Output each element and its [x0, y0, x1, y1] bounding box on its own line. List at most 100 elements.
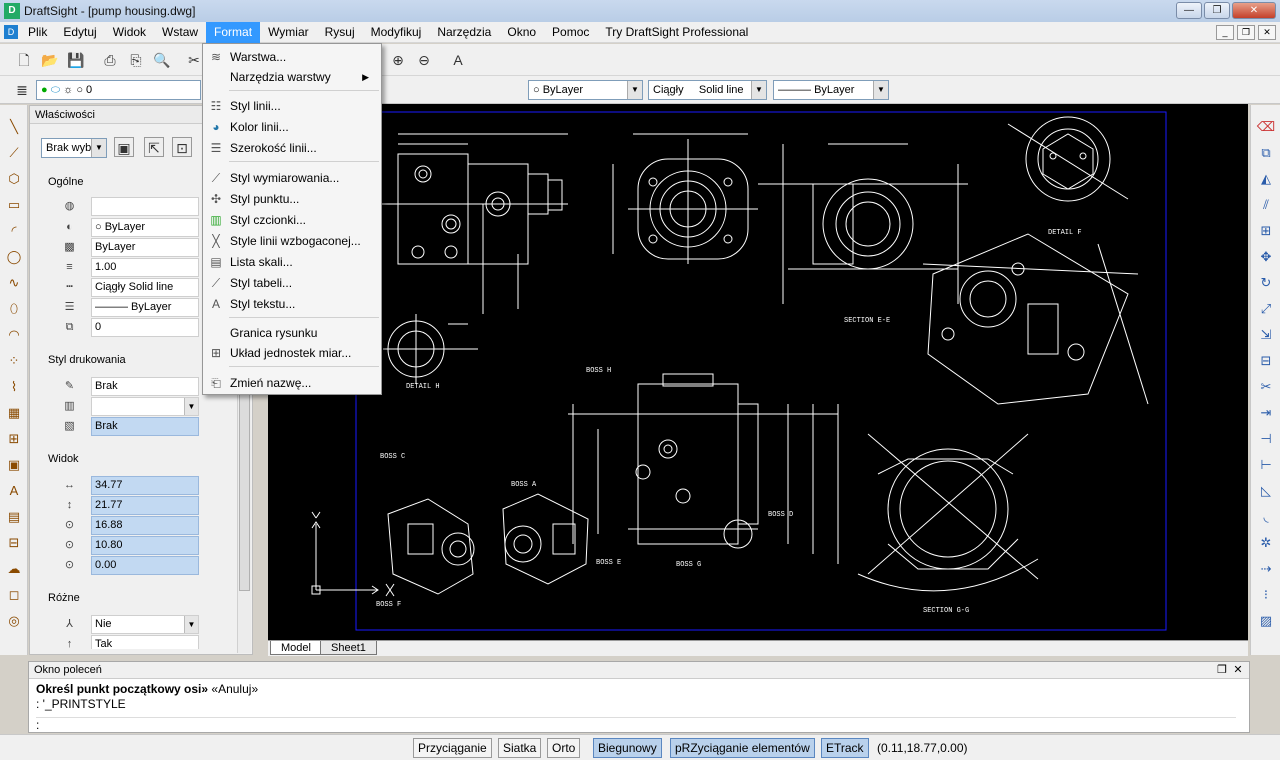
menu-item-uklad-jednostek[interactable]: ⊞ Układ jednostek miar...	[205, 343, 379, 363]
color-combo[interactable]: ○ ByLayer ▼	[528, 80, 643, 100]
menu-okno[interactable]: Okno	[499, 22, 544, 43]
selection-combo[interactable]: Brak wyb ▼	[41, 138, 107, 158]
select-all-icon[interactable]: ▣	[114, 137, 134, 157]
maximize-button[interactable]: ❐	[1204, 2, 1230, 19]
polygon-icon[interactable]: ⬡	[4, 169, 24, 189]
zoom-preview-icon[interactable]: 🔍	[152, 50, 172, 70]
tab-model[interactable]: Model	[270, 641, 322, 655]
join-icon[interactable]: ⊢	[1256, 455, 1276, 475]
hatch-icon[interactable]: ▦	[4, 403, 24, 423]
menu-wymiar[interactable]: Wymiar	[260, 22, 317, 43]
chevron-down-icon[interactable]: ▼	[184, 398, 198, 415]
prop-value[interactable]: ByLayer	[91, 238, 199, 257]
menu-item-narzedzia-warstwy[interactable]: Narzędzia warstwy ▶	[205, 67, 379, 87]
print-icon[interactable]: ⎙	[100, 50, 120, 70]
chamfer-icon[interactable]: ◺	[1256, 481, 1276, 501]
mirror-icon[interactable]: ◭	[1256, 169, 1276, 189]
save-icon[interactable]: 💾	[66, 50, 86, 70]
select-objects-icon[interactable]: ⇱	[144, 137, 164, 157]
menu-item-lista-skali[interactable]: ▤ Lista skali...	[205, 252, 379, 272]
menu-edytuj[interactable]: Edytuj	[55, 22, 104, 43]
doc-restore-button[interactable]: ❐	[1237, 25, 1255, 40]
menu-widok[interactable]: Widok	[105, 22, 154, 43]
quick-select-icon[interactable]: ⊡	[172, 137, 192, 157]
prop-value[interactable]: 1.00	[91, 258, 199, 277]
menu-item-styl-czcionki[interactable]: ▥ Styl czcionki...	[205, 210, 379, 230]
layer-combo[interactable]: ● ⬭ ☼ ○ 0	[36, 80, 201, 100]
prop-value[interactable]: 16.88	[91, 516, 199, 535]
rectangle-icon[interactable]: ▭	[4, 195, 24, 215]
donut-icon[interactable]: ◎	[4, 611, 24, 631]
extend-icon[interactable]: ⇥	[1256, 403, 1276, 423]
infinite-line-icon[interactable]: ⟋	[4, 143, 24, 163]
menu-item-zmien-nazwe[interactable]: ⎗ Zmień nazwę...	[205, 373, 379, 393]
print-preview-icon[interactable]: ⎘	[126, 50, 146, 70]
menu-rysuj[interactable]: Rysuj	[317, 22, 363, 43]
rotate-icon[interactable]: ↻	[1256, 273, 1276, 293]
etrack-button[interactable]: ETrack	[821, 738, 869, 758]
prop-value[interactable]: Brak	[91, 417, 199, 436]
zoom-in-icon[interactable]: ⊕	[388, 50, 408, 70]
chevron-down-icon[interactable]: ▼	[873, 81, 888, 99]
align-icon[interactable]: ⇢	[1256, 559, 1276, 579]
prop-value[interactable]: 34.77	[91, 476, 199, 495]
lineweight-combo[interactable]: ——— ByLayer ▼	[773, 80, 889, 100]
new-file-icon[interactable]: 🗋	[14, 50, 34, 70]
prop-value[interactable]: ——— ByLayer	[91, 298, 199, 317]
prop-value[interactable]	[91, 197, 199, 216]
entity-snap-button[interactable]: pRZyciąganie elementów	[670, 738, 815, 758]
ortho-button[interactable]: Orto	[547, 738, 581, 758]
polyline-icon[interactable]: ⌇	[4, 377, 24, 397]
close-icon[interactable]: ✕	[1231, 663, 1245, 677]
prop-value[interactable]: Tak	[91, 635, 199, 649]
prop-value[interactable]: ▼	[91, 397, 199, 416]
chevron-down-icon[interactable]: ▼	[751, 81, 766, 99]
menu-item-granica-rysunku[interactable]: Granica rysunku	[205, 323, 379, 343]
prop-value[interactable]: 10.80	[91, 536, 199, 555]
menu-item-kolor-linii[interactable]: ◕ Kolor linii...	[205, 117, 379, 137]
menu-plik[interactable]: Plik	[20, 22, 55, 43]
menu-item-styl-tekstu[interactable]: A Styl tekstu...	[205, 294, 379, 314]
drawing-canvas[interactable]: DETAIL F SECTION E-E DETAIL H SECTION G-…	[268, 104, 1248, 640]
prop-value[interactable]: 0.00	[91, 556, 199, 575]
float-window-icon[interactable]: ❐	[1215, 663, 1229, 677]
offset-icon[interactable]: ⫽	[1256, 195, 1276, 215]
trim-icon[interactable]: ✂	[1256, 377, 1276, 397]
menu-wstaw[interactable]: Wstaw	[154, 22, 206, 43]
menu-item-style-linii-wzbogaconej[interactable]: ╳ Style linii wzbogaconej...	[205, 231, 379, 251]
tab-sheet1[interactable]: Sheet1	[320, 641, 377, 655]
document-icon[interactable]: D	[4, 25, 18, 39]
prop-value[interactable]: Nie ▼	[91, 615, 199, 634]
layer-manager-icon[interactable]: ≣	[12, 80, 32, 100]
linetype-combo[interactable]: Ciągły Solid line ▼	[648, 80, 767, 100]
table-tool-icon[interactable]: ⊟	[4, 533, 24, 553]
line-tool-icon[interactable]: ╲	[4, 117, 24, 137]
note-icon[interactable]: ▤	[4, 507, 24, 527]
revision-cloud-icon[interactable]: ☁	[4, 559, 24, 579]
menu-format[interactable]: Format	[206, 21, 261, 43]
grid-button[interactable]: Siatka	[498, 738, 542, 758]
explode-icon[interactable]: ✲	[1256, 533, 1276, 553]
pattern-icon[interactable]: ⊞	[1256, 221, 1276, 241]
prop-value[interactable]: 0	[91, 318, 199, 337]
command-input[interactable]: :	[36, 717, 1236, 733]
polar-button[interactable]: Biegunowy	[593, 738, 662, 758]
menu-try-professional[interactable]: Try DraftSight Professional	[597, 22, 756, 43]
zoom-out-icon[interactable]: ⊖	[414, 50, 434, 70]
prop-value[interactable]: Ciągły Solid line	[91, 278, 199, 297]
prop-value[interactable]: 21.77	[91, 496, 199, 515]
point-icon[interactable]: ⁘	[4, 351, 24, 371]
copy-icon[interactable]: ⧉	[1256, 143, 1276, 163]
doc-close-button[interactable]: ✕	[1258, 25, 1276, 40]
scale-icon[interactable]: ⤢	[1256, 299, 1276, 319]
menu-item-styl-tabeli[interactable]: ⟋ Styl tabeli...	[205, 273, 379, 293]
prop-value[interactable]: Brak	[91, 377, 199, 396]
text-style-icon[interactable]: A	[448, 50, 468, 70]
text-icon[interactable]: A	[4, 481, 24, 501]
arc-icon[interactable]: ◜	[4, 221, 24, 241]
menu-item-szerokosc-linii[interactable]: ☰ Szerokość linii...	[205, 138, 379, 158]
hatch-edit-icon[interactable]: ▨	[1256, 611, 1276, 631]
chevron-down-icon[interactable]: ▼	[627, 81, 642, 99]
menu-item-styl-punktu[interactable]: ✣ Styl punktu...	[205, 189, 379, 209]
cut-icon[interactable]: ✂	[184, 50, 204, 70]
